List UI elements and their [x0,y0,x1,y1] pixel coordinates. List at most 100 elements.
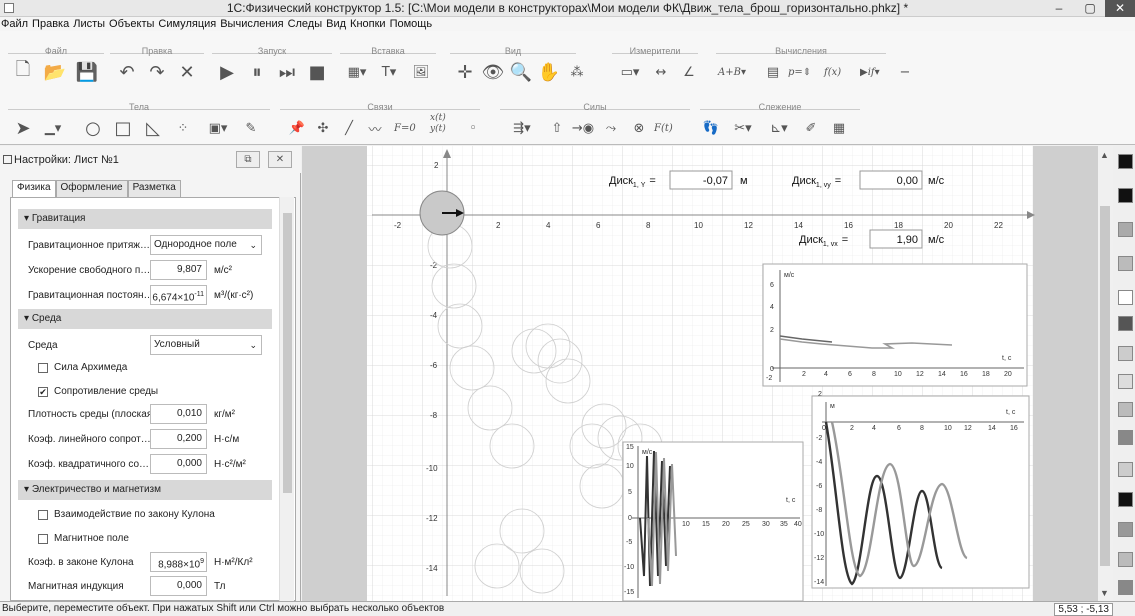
panel-scrollbar-thumb[interactable] [283,213,292,493]
resistance-checkbox[interactable]: ✔ [38,387,48,397]
menu-traces[interactable]: Следы [288,17,323,31]
calc-table-icon[interactable]: ▤ [760,59,786,85]
linear-drag-field[interactable]: 0,200 [150,429,207,449]
color-swatch[interactable] [1118,346,1133,361]
zoom-icon[interactable]: 🔍 [508,59,534,85]
gravity-acceleration-field[interactable]: 9,807 [150,260,207,280]
color-swatch[interactable] [1118,462,1133,477]
step-icon[interactable]: ⏭ [274,59,300,85]
particles-icon[interactable]: ⁘ [170,115,196,141]
play-icon[interactable]: ▶ [214,59,240,85]
color-swatch[interactable] [1118,522,1133,537]
force-time-button[interactable]: F(t) [652,115,675,141]
color-swatch[interactable] [1118,402,1133,417]
graph-velocity-x[interactable]: м/с t, с 6 4 2 0 -2 2 4 6 8 10 12 14 16 … [762,263,1028,387]
menu-sheets[interactable]: Листы [73,17,105,31]
footprint-icon[interactable]: 👣 [698,115,724,141]
redo-icon[interactable]: ↷ [144,59,170,85]
graph-y-coordinate[interactable]: м t, с 2 -2 -4 -6 -8 -10 -12 -14 0 2 4 6… [811,391,1030,589]
charge-icon[interactable]: ⊗ [626,115,652,141]
calc-extra-icon[interactable]: − [892,59,918,85]
tab-physics[interactable]: Физика [12,180,56,198]
insert-image-icon[interactable]: 🖼 [408,59,434,85]
hand-icon[interactable]: ✋ [536,59,562,85]
spring-force-icon[interactable]: ⤳ [598,115,624,141]
color-swatch[interactable] [1118,374,1133,389]
simulation-canvas[interactable]: -2 2 4 6 8 10 12 14 16 18 20 22 2 -2 -4 … [302,146,1112,601]
new-file-icon[interactable]: 🗋 [10,59,36,85]
calc-parameter-button[interactable]: p= ⇕ [786,59,813,85]
pin-icon[interactable]: 📌 [284,115,310,141]
distance-icon[interactable]: ↔ [648,59,674,85]
coulomb-checkbox[interactable] [38,510,48,520]
panel-close-button[interactable]: ✕ [268,151,292,168]
color-swatch[interactable] [1118,290,1133,305]
brush-icon[interactable]: ✎ [238,115,264,141]
menu-edit[interactable]: Правка [32,17,69,31]
circle-body-icon[interactable]: ○ [80,115,106,141]
menu-view[interactable]: Вид [326,17,346,31]
select-arrow-icon[interactable]: ➤ [10,115,36,141]
snap-icon[interactable]: ⁂ [564,59,590,85]
calc-if-button[interactable]: ▶ if ▾ [858,59,882,85]
point-icon[interactable]: ◦ [460,115,486,141]
force-zero-button[interactable]: F=0 [392,115,418,141]
floor-icon[interactable]: ▁▾ [40,115,66,141]
calc-expression-button[interactable]: A+B ▾ [716,59,748,85]
magnetic-field-checkbox[interactable] [38,534,48,544]
coulomb-constant-field[interactable]: 8,988×109 [150,552,207,572]
color-swatch[interactable] [1118,222,1133,237]
quadratic-drag-field[interactable]: 0,000 [150,454,207,474]
lift-icon[interactable]: ⇧ [544,115,570,141]
gravity-type-select[interactable]: Однородное поле ⌄ [150,235,262,255]
insert-text-icon[interactable]: T▾ [376,59,402,85]
gravity-constant-field[interactable]: 6,674×10-11 [150,285,207,305]
rod-icon[interactable]: ╱ [336,115,362,141]
triangle-body-icon[interactable]: ◺ [140,115,166,141]
color-swatch[interactable] [1118,580,1133,595]
panel-float-button[interactable]: ⧉ [236,151,260,168]
magnetic-induction-field[interactable]: 0,000 [150,576,207,596]
table-icon[interactable]: ▦ [826,115,852,141]
panel-scrollbar[interactable] [279,197,294,601]
color-swatch[interactable] [1118,188,1133,203]
ruler-icon[interactable]: ▭▾ [612,59,648,85]
eye-icon[interactable]: 👁 [480,59,506,85]
spring-icon[interactable]: 〰 [362,115,388,141]
maximize-button[interactable]: ▢ [1075,0,1105,17]
menu-simulation[interactable]: Симуляция [158,17,216,31]
undo-icon[interactable]: ↶ [114,59,140,85]
shape-dropdown-icon[interactable]: ▣▾ [200,115,236,141]
thrust-icon[interactable]: →◉ [570,115,596,141]
trajectory-button[interactable]: x(t) y(t) [428,111,448,137]
color-swatch[interactable] [1118,256,1133,271]
close-button[interactable]: ✕ [1105,0,1135,17]
tab-markup[interactable]: Разметка [127,180,181,197]
open-file-icon[interactable]: 📂 [42,59,68,85]
section-medium[interactable]: ▾ Среда [18,309,272,329]
color-swatch[interactable] [1118,492,1133,507]
delete-icon[interactable]: ✕ [174,59,200,85]
canvas-scrollbar-thumb[interactable] [1100,206,1110,566]
calc-function-button[interactable]: f(x) [822,59,843,85]
menu-help[interactable]: Помощь [390,17,433,31]
section-electromagnetism[interactable]: ▾ Электричество и магнетизм [18,480,272,500]
menu-calc[interactable]: Вычисления [220,17,283,31]
graph-icon[interactable]: ⊾▾ [762,115,796,141]
density-field[interactable]: 0,010 [150,404,207,424]
hinge-icon[interactable]: ✣ [310,115,336,141]
pause-icon[interactable]: ⏸ [244,59,270,85]
color-swatch[interactable] [1118,316,1133,331]
graph-velocity-y[interactable]: м/с t, с 15 10 5 0 -5 -10 -15 10 15 20 2… [622,441,804,601]
minimize-button[interactable]: – [1044,0,1074,17]
stop-icon[interactable]: ■ [304,59,330,85]
medium-select[interactable]: Условный ⌄ [150,335,262,355]
scroll-down-icon[interactable]: ▼ [1100,588,1109,598]
plot-edit-icon[interactable]: ✐ [798,115,824,141]
axes-icon[interactable]: ✛ [452,59,478,85]
angle-icon[interactable]: ∠ [676,59,702,85]
scroll-up-icon[interactable]: ▲ [1100,150,1109,160]
field-icon[interactable]: ⇶▾ [502,115,542,141]
section-gravity[interactable]: ▾ Гравитация [18,209,272,229]
tab-appearance[interactable]: Оформление [55,180,128,197]
